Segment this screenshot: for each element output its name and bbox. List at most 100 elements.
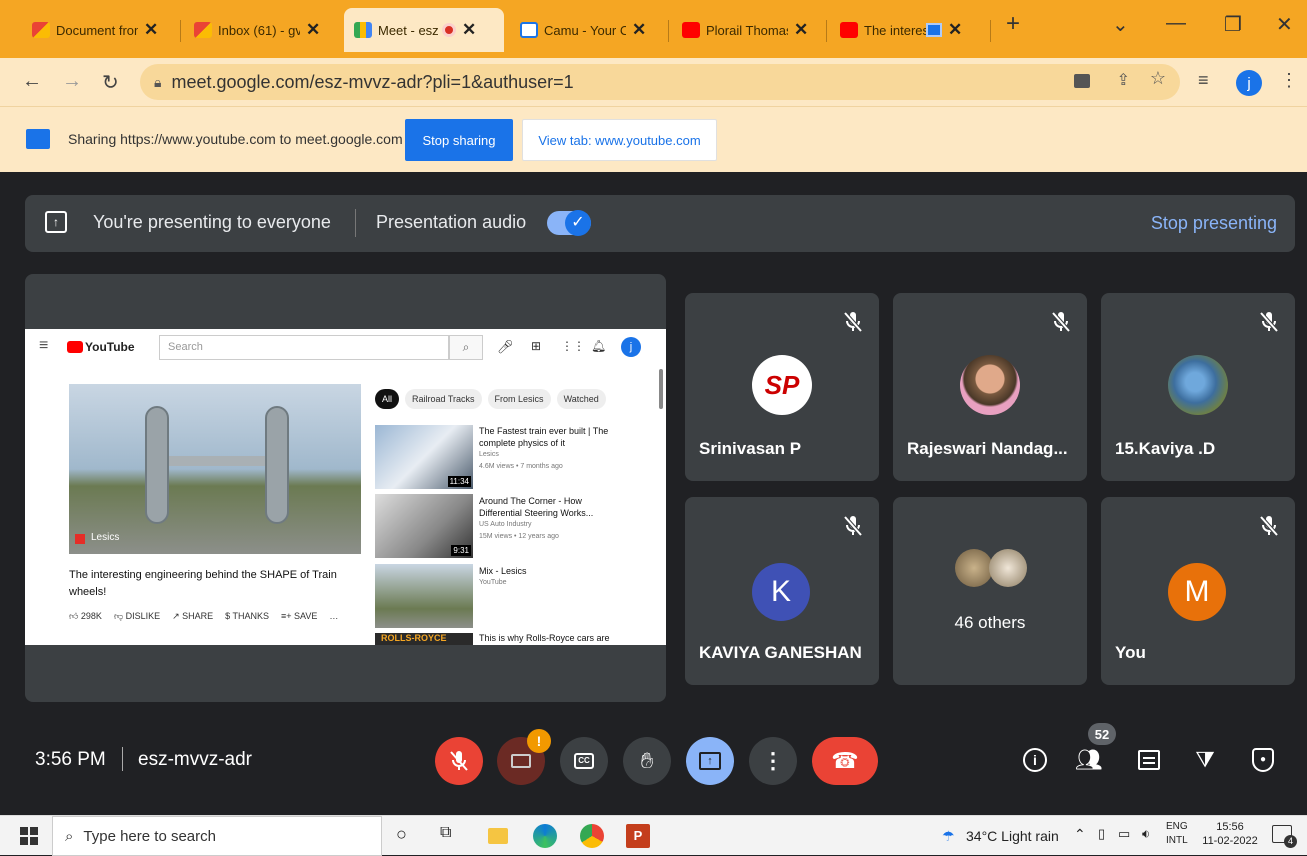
- more-options-button[interactable]: ⋮: [749, 737, 797, 785]
- weather-text[interactable]: 34°C Light rain: [966, 828, 1059, 844]
- file-explorer-icon[interactable]: [488, 828, 508, 844]
- people-button[interactable]: 👥︎ 52: [1074, 723, 1116, 775]
- rec-thumbnail[interactable]: 9:31: [375, 494, 473, 558]
- tab-document[interactable]: Document from ✕: [22, 8, 177, 52]
- rec-thumbnail[interactable]: [375, 564, 473, 628]
- volume-icon[interactable]: 🔉︎: [1142, 826, 1150, 842]
- activities-button[interactable]: ⧩: [1190, 745, 1220, 775]
- network-icon[interactable]: ▭: [1118, 826, 1130, 842]
- tab-camu[interactable]: Camu - Your Co ✕: [510, 8, 665, 52]
- tab-title: Inbox (61) - gvc: [218, 22, 300, 38]
- scrollbar[interactable]: [659, 369, 663, 409]
- chip-lesics[interactable]: From Lesics: [487, 389, 551, 409]
- taskbar-search-input[interactable]: ⌕ Type here to search: [52, 816, 382, 856]
- share-icon[interactable]: ⇪: [1117, 70, 1130, 90]
- edge-icon[interactable]: [533, 824, 557, 848]
- yt-avatar[interactable]: j: [621, 337, 641, 357]
- others-tile[interactable]: 46 others: [893, 497, 1087, 685]
- url-field[interactable]: 🔒︎ meet.google.com/esz-mvvz-adr?pli=1&au…: [140, 64, 1180, 100]
- video-player[interactable]: Lesics: [69, 384, 361, 554]
- meeting-info-button[interactable]: i: [1020, 745, 1050, 775]
- mic-toggle-button[interactable]: [435, 737, 483, 785]
- bell-icon[interactable]: 🔔︎: [591, 339, 606, 353]
- dislike-button[interactable]: 👎︎ DISLIKE: [114, 611, 160, 622]
- participant-tile[interactable]: 15.Kaviya .D: [1101, 293, 1295, 481]
- rec-item[interactable]: This is why Rolls-Royce cars are: [479, 633, 619, 643]
- stop-sharing-button[interactable]: Stop sharing: [405, 119, 513, 161]
- cortana-icon[interactable]: ○: [396, 824, 420, 848]
- more-icon[interactable]: …: [329, 611, 338, 622]
- windows-start-icon[interactable]: [20, 827, 38, 845]
- close-icon[interactable]: ✕: [144, 20, 158, 40]
- close-icon[interactable]: ✕: [948, 20, 962, 40]
- language-indicator[interactable]: ENG INTL: [1166, 820, 1188, 848]
- battery-icon[interactable]: ▯: [1098, 826, 1105, 842]
- rec-thumbnail[interactable]: 11:34: [375, 425, 473, 489]
- close-icon[interactable]: ✕: [306, 20, 320, 40]
- more-menu-icon[interactable]: ⋮: [1280, 70, 1298, 91]
- view-tab-button[interactable]: View tab: www.youtube.com: [522, 119, 717, 161]
- participant-tile[interactable]: SP Srinivasan P: [685, 293, 879, 481]
- restore-button[interactable]: ❐: [1224, 12, 1242, 37]
- thanks-button[interactable]: $ THANKS: [225, 611, 269, 622]
- raise-hand-button[interactable]: ✋︎: [623, 737, 671, 785]
- notification-icon[interactable]: 4: [1272, 825, 1297, 848]
- profile-avatar[interactable]: j: [1236, 70, 1262, 96]
- tab-inbox[interactable]: Inbox (61) - gvc ✕: [184, 8, 339, 52]
- apps-icon[interactable]: ⋮⋮: [561, 339, 585, 353]
- meeting-time: 3:56 PM: [35, 749, 106, 770]
- youtube-search-input[interactable]: Search: [159, 335, 449, 360]
- chip-watched[interactable]: Watched: [556, 389, 606, 409]
- close-icon[interactable]: ✕: [462, 20, 476, 40]
- chrome-icon[interactable]: [580, 824, 604, 848]
- reload-icon[interactable]: ↻: [102, 70, 119, 95]
- stop-presenting-button[interactable]: Stop presenting: [1151, 213, 1277, 234]
- search-icon[interactable]: ⌕: [449, 335, 483, 360]
- star-icon[interactable]: ☆: [1150, 68, 1166, 89]
- captions-button[interactable]: CC: [560, 737, 608, 785]
- self-tile[interactable]: M You: [1101, 497, 1295, 685]
- sharing-icon: [926, 23, 942, 37]
- tab-search-icon[interactable]: ⌄: [1112, 12, 1129, 37]
- camera-toggle-button[interactable]: !: [497, 729, 551, 785]
- tray-expand-icon[interactable]: ⌃: [1074, 826, 1086, 843]
- back-icon[interactable]: ←: [22, 70, 42, 93]
- rec-item[interactable]: Around The Corner - How Differential Ste…: [479, 495, 609, 543]
- tab-interesting[interactable]: The interes ✕: [830, 8, 988, 52]
- tab-plorail[interactable]: Plorail Thomas ✕: [672, 8, 824, 52]
- task-view-icon[interactable]: ⧉: [440, 824, 464, 848]
- rec-item[interactable]: The Fastest train ever built | The compl…: [479, 425, 609, 473]
- close-icon[interactable]: ✕: [794, 20, 808, 40]
- rec-thumbnail[interactable]: ROLLS-ROYCE: [375, 633, 473, 645]
- chat-button[interactable]: [1134, 745, 1164, 775]
- close-icon[interactable]: ✕: [632, 20, 646, 40]
- close-window-button[interactable]: ✕: [1276, 12, 1293, 37]
- present-button[interactable]: ↑: [686, 737, 734, 785]
- save-button[interactable]: ≡+ SAVE: [281, 611, 317, 622]
- browser-tab-strip: Document from ✕ Inbox (61) - gvc ✕ Meet …: [0, 0, 1307, 58]
- minimize-button[interactable]: —: [1166, 12, 1186, 35]
- menu-icon[interactable]: ≡: [39, 337, 48, 355]
- powerpoint-icon[interactable]: P: [626, 824, 650, 848]
- clock[interactable]: 15:56 11-02-2022: [1200, 820, 1260, 848]
- new-tab-button[interactable]: +: [1006, 10, 1020, 38]
- chip-all[interactable]: All: [375, 389, 400, 409]
- chip-railroad[interactable]: Railroad Tracks: [405, 389, 482, 409]
- like-button[interactable]: 👍︎ 298K: [69, 611, 102, 622]
- forward-icon[interactable]: →: [62, 70, 82, 93]
- participant-tile[interactable]: K KAVIYA GANESHAN: [685, 497, 879, 685]
- youtube-logo[interactable]: YouTube: [85, 340, 135, 354]
- leave-call-button[interactable]: ☎︎: [812, 737, 878, 785]
- tab-meet[interactable]: Meet - esz ✕: [344, 8, 504, 52]
- camera-icon[interactable]: [1074, 74, 1090, 88]
- share-button[interactable]: ↗ SHARE: [172, 611, 213, 622]
- mic-icon[interactable]: 🎤︎: [497, 339, 514, 355]
- create-icon[interactable]: ⊞: [531, 339, 541, 353]
- reading-list-icon[interactable]: ≡: [1198, 70, 1209, 91]
- weather-icon: ☂︎: [942, 828, 955, 844]
- rec-item[interactable]: Mix - Lesics YouTube: [479, 565, 609, 589]
- participant-tile[interactable]: Rajeswari Nandag...: [893, 293, 1087, 481]
- host-controls-button[interactable]: ●: [1248, 745, 1278, 775]
- presentation-audio-toggle[interactable]: ✓: [547, 210, 591, 236]
- present-icon: ↑: [699, 752, 721, 770]
